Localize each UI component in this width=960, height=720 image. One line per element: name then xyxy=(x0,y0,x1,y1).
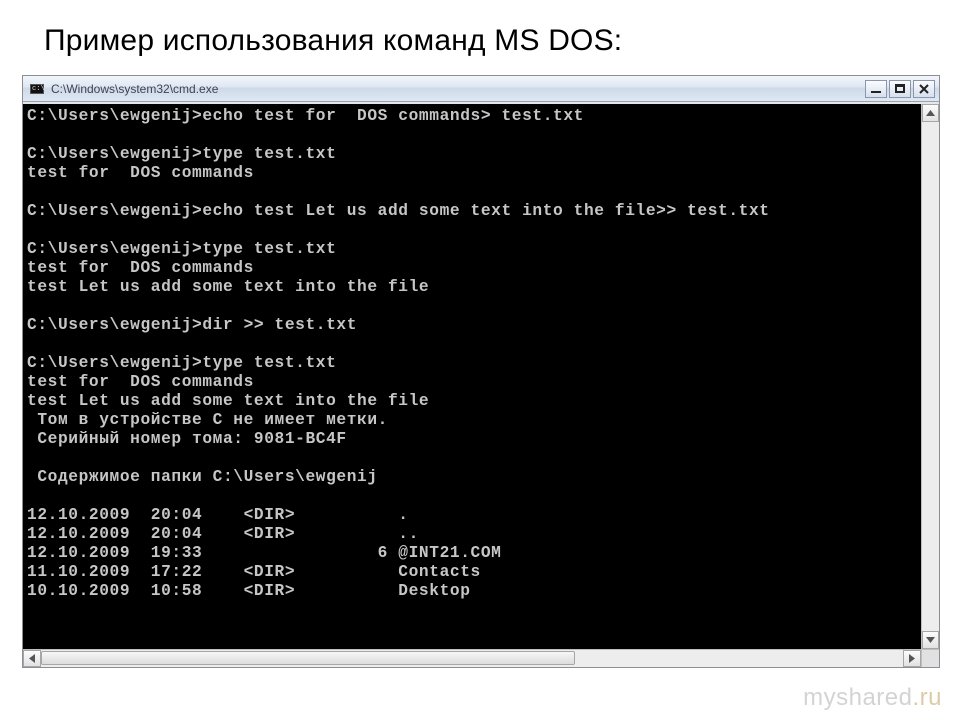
terminal-output[interactable]: C:\Users\ewgenij>echo test for DOS comma… xyxy=(23,104,921,649)
terminal-line: C:\Users\ewgenij>type test.txt xyxy=(27,354,917,373)
terminal-line xyxy=(27,126,917,145)
vertical-scroll-track[interactable] xyxy=(922,122,939,631)
terminal-line: Серийный номер тома: 9081-BC4F xyxy=(27,430,917,449)
horizontal-scroll-track[interactable] xyxy=(41,650,903,667)
horizontal-scrollbar[interactable] xyxy=(23,649,939,667)
terminal-line: Том в устройстве C не имеет метки. xyxy=(27,411,917,430)
terminal-line xyxy=(27,449,917,468)
terminal-line: Содержимое папки C:\Users\ewgenij xyxy=(27,468,917,487)
terminal-line: test for DOS commands xyxy=(27,164,917,183)
cmd-window: C:\Windows\system32\cmd.exe C:\Users\ewg… xyxy=(22,75,940,668)
scroll-down-button[interactable] xyxy=(922,631,939,649)
terminal-line xyxy=(27,183,917,202)
terminal-line: 12.10.2009 20:04 <DIR> . xyxy=(27,506,917,525)
terminal-line xyxy=(27,487,917,506)
terminal-line: C:\Users\ewgenij>echo test Let us add so… xyxy=(27,202,917,221)
terminal-line: C:\Users\ewgenij>type test.txt xyxy=(27,240,917,259)
terminal-line: 12.10.2009 19:33 6 @INT21.COM xyxy=(27,544,917,563)
terminal-line: test for DOS commands xyxy=(27,259,917,278)
minimize-button[interactable] xyxy=(865,80,887,98)
scrollbar-corner xyxy=(921,650,939,667)
horizontal-scroll-thumb[interactable] xyxy=(41,651,575,665)
watermark: myshared.ru xyxy=(803,684,942,712)
terminal-line: test Let us add some text into the file xyxy=(27,278,917,297)
page-heading: Пример использования команд MS DOS: xyxy=(44,24,622,58)
vertical-scrollbar[interactable] xyxy=(921,104,939,649)
maximize-button[interactable] xyxy=(889,80,911,98)
terminal-line xyxy=(27,221,917,240)
terminal-line: C:\Users\ewgenij>echo test for DOS comma… xyxy=(27,107,917,126)
terminal-line: 11.10.2009 17:22 <DIR> Contacts xyxy=(27,563,917,582)
terminal-area: C:\Users\ewgenij>echo test for DOS comma… xyxy=(23,102,939,649)
terminal-line: test for DOS commands xyxy=(27,373,917,392)
window-controls xyxy=(865,80,935,98)
terminal-line: C:\Users\ewgenij>dir >> test.txt xyxy=(27,316,917,335)
close-button[interactable] xyxy=(913,80,935,98)
terminal-line: C:\Users\ewgenij>type test.txt xyxy=(27,145,917,164)
terminal-line: 10.10.2009 10:58 <DIR> Desktop xyxy=(27,582,917,601)
scroll-up-button[interactable] xyxy=(922,104,939,122)
scroll-left-button[interactable] xyxy=(23,650,41,667)
titlebar[interactable]: C:\Windows\system32\cmd.exe xyxy=(23,76,939,102)
terminal-line: 12.10.2009 20:04 <DIR> .. xyxy=(27,525,917,544)
terminal-line xyxy=(27,297,917,316)
terminal-line xyxy=(27,335,917,354)
window-title: C:\Windows\system32\cmd.exe xyxy=(51,82,218,96)
cmd-icon xyxy=(29,81,45,97)
terminal-line: test Let us add some text into the file xyxy=(27,392,917,411)
scroll-right-button[interactable] xyxy=(903,650,921,667)
